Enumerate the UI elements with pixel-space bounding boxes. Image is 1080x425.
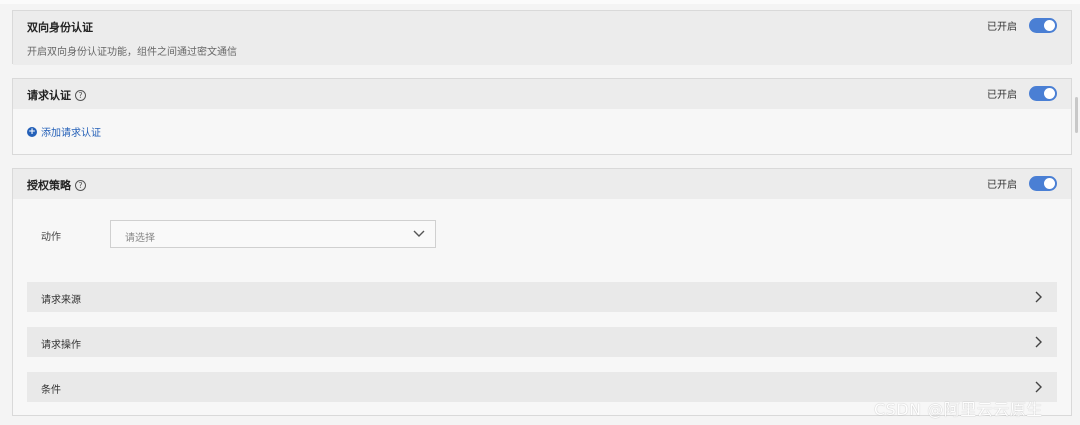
request-auth-status: 已开启: [987, 86, 1057, 101]
auth-policy-title: 授权策略 ?: [27, 177, 86, 193]
add-request-auth-label: 添加请求认证: [41, 128, 101, 139]
help-icon[interactable]: ?: [75, 179, 86, 191]
request-auth-title: 请求认证 ?: [27, 87, 86, 103]
toggle-knob: [1044, 88, 1055, 99]
mutual-auth-toggle[interactable]: [1029, 18, 1057, 33]
row-label: 请求来源: [41, 295, 81, 306]
add-request-auth-link[interactable]: + 添加请求认证: [27, 124, 101, 139]
watermark: CSDN @阿里云云原生: [874, 400, 1043, 419]
mutual-auth-status-text: 已开启: [987, 22, 1017, 33]
auth-policy-title-text: 授权策略: [27, 179, 71, 192]
help-icon[interactable]: ?: [75, 89, 86, 101]
action-select-placeholder: 请选择: [125, 233, 155, 244]
action-label: 动作: [41, 232, 61, 243]
auth-policy-header: 授权策略 ? 已开启: [13, 169, 1071, 199]
request-auth-header: 请求认证 ? 已开启: [13, 79, 1071, 109]
auth-policy-status: 已开启: [987, 176, 1057, 191]
row-label: 请求操作: [41, 340, 81, 351]
mutual-auth-description: 开启双向身份认证功能，组件之间通过密文通信: [27, 47, 237, 58]
chevron-down-icon: [413, 230, 425, 237]
mutual-auth-title: 双向身份认证: [27, 19, 93, 35]
row-label: 条件: [41, 385, 61, 396]
auth-policy-panel: 授权策略 ? 已开启 动作 请选择 请求来源 请求操作 条件: [12, 168, 1072, 416]
chevron-right-icon: [1035, 381, 1042, 393]
request-auth-status-text: 已开启: [987, 90, 1017, 101]
mutual-auth-status: 已开启: [987, 18, 1057, 33]
request-auth-panel: 请求认证 ? 已开启 + 添加请求认证: [12, 78, 1072, 155]
mutual-auth-title-text: 双向身份认证: [27, 21, 93, 34]
request-source-row[interactable]: 请求来源: [27, 282, 1057, 312]
top-edge: [0, 0, 1080, 4]
toggle-knob: [1044, 178, 1055, 189]
chevron-right-icon: [1035, 291, 1042, 303]
chevron-right-icon: [1035, 336, 1042, 348]
request-operation-row[interactable]: 请求操作: [27, 327, 1057, 357]
request-auth-toggle[interactable]: [1029, 86, 1057, 101]
auth-policy-toggle[interactable]: [1029, 176, 1057, 191]
toggle-knob: [1044, 20, 1055, 31]
plus-circle-icon: +: [27, 126, 37, 137]
scrollbar[interactable]: [1075, 97, 1078, 133]
mutual-auth-header: 双向身份认证 已开启 开启双向身份认证功能，组件之间通过密文通信: [13, 11, 1071, 65]
auth-policy-status-text: 已开启: [987, 180, 1017, 191]
mutual-auth-panel: 双向身份认证 已开启 开启双向身份认证功能，组件之间通过密文通信: [12, 10, 1072, 65]
request-auth-title-text: 请求认证: [27, 89, 71, 102]
action-select[interactable]: 请选择: [110, 220, 436, 248]
